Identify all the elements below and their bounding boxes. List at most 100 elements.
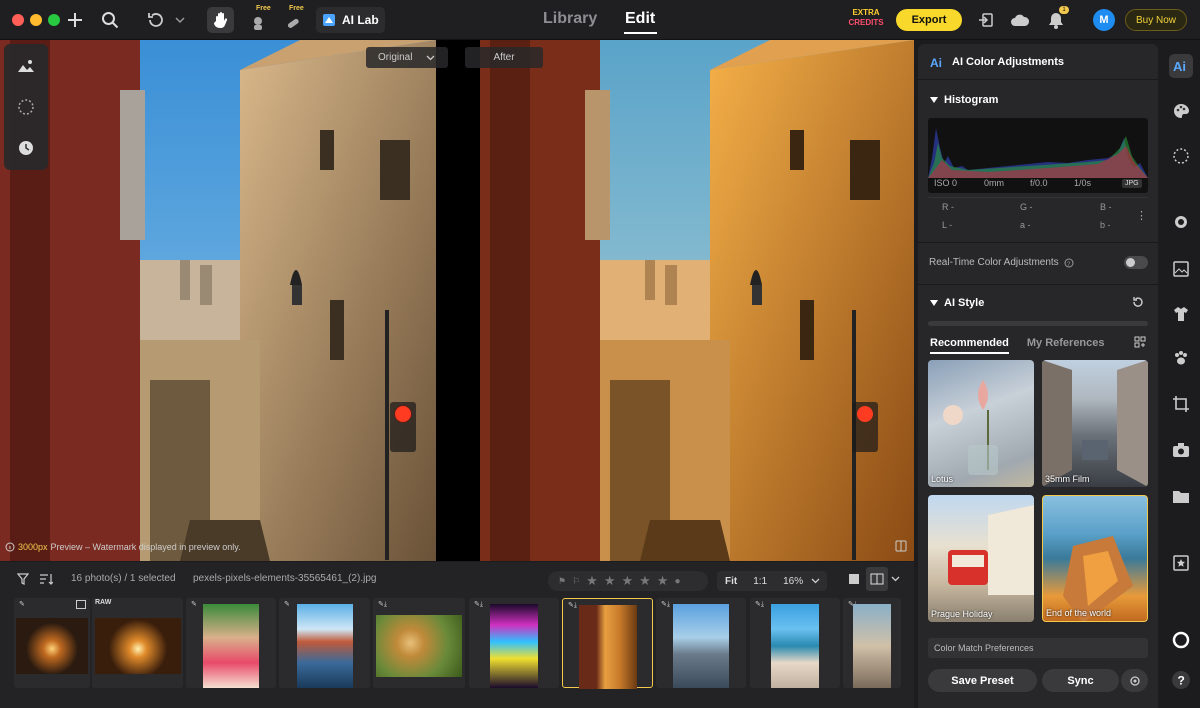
ai-color-icon[interactable]: Ai bbox=[1169, 54, 1193, 78]
chevron-down-icon bbox=[811, 578, 820, 584]
cloud-icon[interactable] bbox=[1007, 8, 1033, 32]
thumbnail[interactable]: ✎⤓ bbox=[656, 598, 746, 688]
help-icon[interactable]: ? bbox=[1064, 258, 1074, 268]
tram-image bbox=[948, 505, 1034, 595]
tab-my-references[interactable]: My References bbox=[1027, 337, 1105, 354]
format-badge: JPG bbox=[1122, 179, 1142, 188]
original-view-dropdown[interactable]: Original bbox=[366, 47, 448, 68]
landscape-edit-icon[interactable] bbox=[15, 55, 37, 77]
minimize-window-button[interactable] bbox=[30, 14, 42, 26]
circle-mask-icon[interactable] bbox=[1169, 628, 1193, 652]
save-preset-button[interactable]: Save Preset bbox=[928, 669, 1037, 692]
zoom-percent-dropdown[interactable]: 16% bbox=[775, 576, 811, 587]
extra-credits-line1: EXTRA bbox=[852, 8, 880, 17]
thumbnail-selected[interactable]: ✎⤓ bbox=[562, 598, 653, 689]
svg-text:Ai: Ai bbox=[930, 56, 942, 68]
search-icon[interactable] bbox=[97, 8, 123, 32]
folder-icon[interactable] bbox=[1169, 484, 1193, 508]
color-match-preferences[interactable]: Color Match Preferences bbox=[928, 638, 1148, 658]
thumbnail-image bbox=[16, 618, 88, 674]
after-view-button[interactable]: After bbox=[465, 47, 543, 68]
avatar[interactable]: M bbox=[1093, 9, 1115, 31]
readout-a: a - bbox=[1020, 220, 1031, 230]
ai-lab-button[interactable]: AI Lab bbox=[316, 7, 385, 33]
sort-icon[interactable] bbox=[33, 567, 59, 591]
photo-canvas[interactable] bbox=[0, 40, 914, 561]
help-icon[interactable]: ? bbox=[1169, 668, 1193, 692]
history-icon[interactable] bbox=[15, 137, 37, 159]
thumbnail[interactable]: ✎⤓ bbox=[373, 598, 465, 688]
more-options-icon[interactable]: ⋮ bbox=[1136, 209, 1147, 222]
grain-icon[interactable] bbox=[15, 96, 37, 118]
canvas-tools bbox=[4, 44, 48, 170]
sync-settings-button[interactable] bbox=[1121, 669, 1148, 692]
grid-add-icon[interactable] bbox=[1134, 336, 1146, 348]
palette-icon[interactable] bbox=[1169, 99, 1193, 123]
lotus-image bbox=[943, 380, 998, 475]
close-window-button[interactable] bbox=[12, 14, 24, 26]
exif-iso: ISO 0 bbox=[934, 178, 958, 188]
single-view-icon[interactable] bbox=[841, 567, 867, 591]
star-2[interactable]: ★ bbox=[604, 573, 616, 589]
original-photo bbox=[0, 40, 436, 561]
chevron-down-icon[interactable] bbox=[886, 567, 904, 591]
before-after-icon[interactable] bbox=[866, 567, 888, 591]
ai-portrait-tool-icon[interactable] bbox=[245, 11, 271, 35]
thumbnail[interactable]: ✎ bbox=[279, 598, 370, 688]
export-button[interactable]: Export bbox=[896, 9, 962, 31]
thumbnail[interactable]: ✎ bbox=[186, 598, 276, 688]
add-icon[interactable] bbox=[62, 8, 88, 32]
style-card-35mm-film[interactable]: 35mm Film bbox=[1042, 360, 1148, 487]
clothing-icon[interactable] bbox=[1169, 302, 1193, 326]
tab-library[interactable]: Library bbox=[543, 10, 597, 28]
import-icon[interactable] bbox=[973, 8, 999, 32]
flag-icon[interactable]: ⚑ bbox=[558, 576, 566, 587]
star-3[interactable]: ★ bbox=[621, 573, 633, 589]
thumbnail[interactable]: ✎⤓ bbox=[843, 598, 901, 688]
bookmark-star-icon[interactable] bbox=[1169, 551, 1193, 575]
crop-icon[interactable] bbox=[1169, 392, 1193, 416]
thumbnail[interactable]: ✎ bbox=[14, 598, 90, 688]
camera-icon[interactable] bbox=[1169, 438, 1193, 462]
extra-credits-badge[interactable]: EXTRA CREDITS bbox=[847, 8, 885, 32]
tab-recommended[interactable]: Recommended bbox=[930, 337, 1009, 354]
pet-icon[interactable] bbox=[1169, 346, 1193, 370]
ai-style-title: AI Style bbox=[944, 297, 985, 309]
buy-now-button[interactable]: Buy Now bbox=[1125, 9, 1187, 31]
bandage-tool-icon[interactable] bbox=[280, 11, 306, 35]
readout-b: B - bbox=[1100, 202, 1112, 212]
sync-button[interactable]: Sync bbox=[1042, 669, 1119, 692]
realtime-toggle[interactable] bbox=[1124, 256, 1148, 269]
reject-flag-icon[interactable]: ⚐ bbox=[572, 576, 580, 587]
zoom-1to1-button[interactable]: 1:1 bbox=[745, 576, 775, 587]
original-label: Original bbox=[378, 52, 413, 63]
ai-style-header[interactable]: AI Style bbox=[930, 297, 984, 309]
noise-icon[interactable] bbox=[1169, 144, 1193, 168]
exif-focal: 0mm bbox=[984, 178, 1004, 188]
realtime-label: Real-Time Color Adjustments bbox=[929, 257, 1059, 268]
style-card-end-of-the-world[interactable]: End of the world bbox=[1042, 495, 1148, 622]
style-card-prague-holiday[interactable]: Prague Holiday bbox=[928, 495, 1034, 622]
compare-split-icon[interactable] bbox=[889, 536, 913, 556]
style-label: Lotus bbox=[931, 474, 954, 484]
edited-icon: ✎⤓ bbox=[568, 602, 577, 609]
thumbnail[interactable]: ✎⤓ bbox=[469, 598, 559, 688]
maximize-window-button[interactable] bbox=[48, 14, 60, 26]
style-card-lotus[interactable]: Lotus bbox=[928, 360, 1034, 487]
portrait-icon[interactable] bbox=[1169, 211, 1193, 235]
zoom-fit-button[interactable]: Fit bbox=[717, 576, 745, 587]
hand-tool-icon[interactable] bbox=[207, 7, 234, 33]
undo-history-button[interactable] bbox=[145, 8, 187, 32]
star-4[interactable]: ★ bbox=[639, 573, 651, 589]
thumbnail[interactable]: ✎⤓ bbox=[750, 598, 840, 688]
reset-icon[interactable] bbox=[1131, 295, 1145, 309]
star-5[interactable]: ★ bbox=[657, 573, 669, 589]
color-label-icon[interactable]: ● bbox=[674, 576, 680, 587]
thumbnail[interactable]: RAW bbox=[92, 598, 183, 688]
star-1[interactable]: ★ bbox=[586, 573, 598, 589]
tab-edit[interactable]: Edit bbox=[625, 10, 655, 28]
histogram-header[interactable]: Histogram bbox=[930, 94, 998, 106]
panel-header: Ai AI Color Adjustments bbox=[930, 56, 1064, 68]
scenery-icon[interactable] bbox=[1169, 257, 1193, 281]
style-intensity-bar[interactable] bbox=[928, 321, 1148, 326]
